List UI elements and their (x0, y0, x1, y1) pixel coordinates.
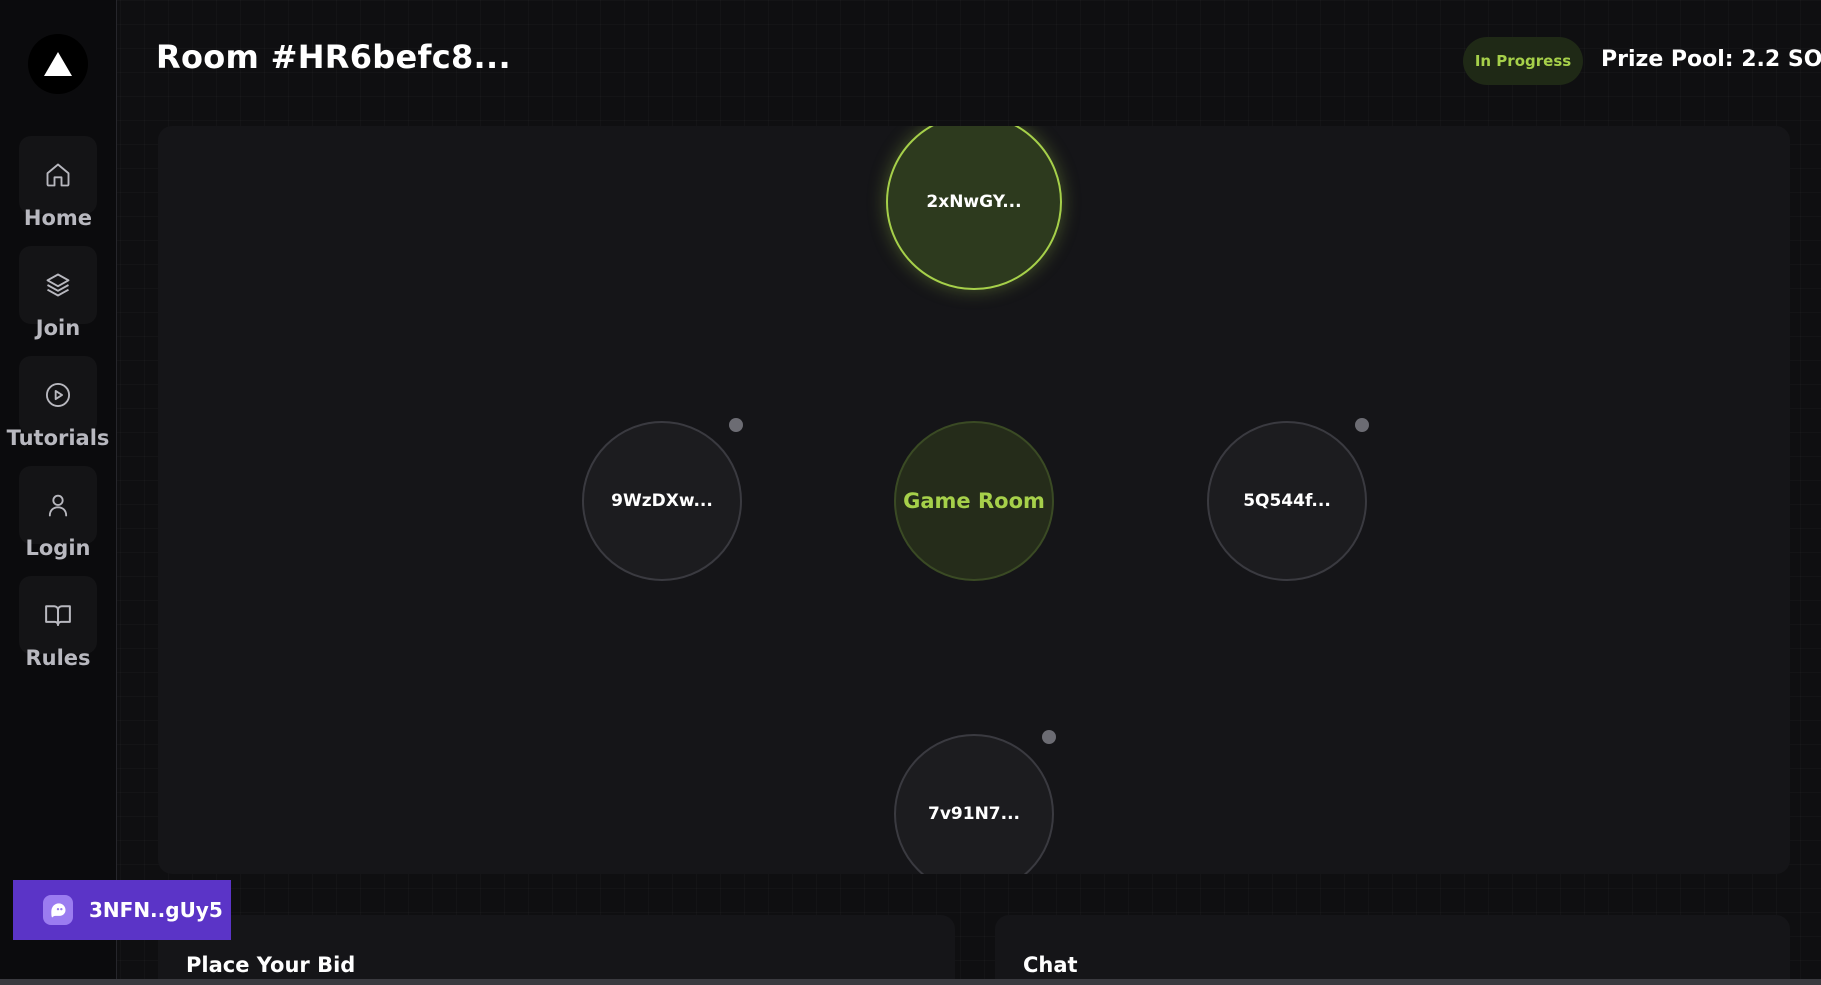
chat-panel: Chat (995, 915, 1790, 985)
sidebar: Home Join Tutorials Login Rules (0, 0, 117, 985)
player-node[interactable]: 7v91N7... (894, 734, 1054, 874)
book-icon (19, 576, 97, 654)
status-dot (1355, 418, 1369, 432)
sidebar-item-label: Home (23, 206, 93, 230)
player-node[interactable]: 5Q544f... (1207, 421, 1367, 581)
sidebar-item-login[interactable]: Login (0, 466, 116, 560)
sidebar-item-label: Tutorials (6, 426, 110, 450)
bid-panel-title: Place Your Bid (186, 953, 356, 977)
status-dot (1042, 730, 1056, 744)
player-node[interactable]: 9WzDXw... (582, 421, 742, 581)
sidebar-item-home[interactable]: Home (0, 136, 116, 230)
sidebar-item-tutorials[interactable]: Tutorials (0, 356, 116, 450)
wallet-button[interactable]: 3NFN..gUy5 (13, 880, 231, 940)
user-icon (19, 466, 97, 544)
status-badge: In Progress (1463, 37, 1583, 85)
sidebar-item-label: Login (25, 536, 91, 560)
triangle-logo-icon (44, 52, 72, 76)
layers-icon (19, 246, 97, 324)
sidebar-item-rules[interactable]: Rules (0, 576, 116, 670)
prize-pool: Prize Pool: 2.2 SOL (1601, 47, 1821, 72)
wallet-address: 3NFN..gUy5 (89, 898, 223, 922)
status-dot (729, 418, 743, 432)
page-title: Room #HR6befc8... (156, 38, 511, 76)
bottom-scrollbar[interactable] (0, 979, 1821, 985)
player-node[interactable]: 2xNwGY... (886, 126, 1062, 290)
sidebar-item-label: Join (35, 316, 81, 340)
chat-panel-title: Chat (1023, 953, 1078, 977)
sidebar-item-label: Rules (25, 646, 91, 670)
play-circle-icon (19, 356, 97, 434)
game-room-center: Game Room (894, 421, 1054, 581)
ghost-icon (43, 895, 73, 925)
sidebar-item-join[interactable]: Join (0, 246, 116, 340)
game-arena: 2xNwGY... 9WzDXw... Game Room 5Q544f... … (158, 126, 1790, 874)
logo[interactable] (28, 34, 88, 94)
bid-panel: Place Your Bid (158, 915, 955, 985)
home-icon (19, 136, 97, 214)
